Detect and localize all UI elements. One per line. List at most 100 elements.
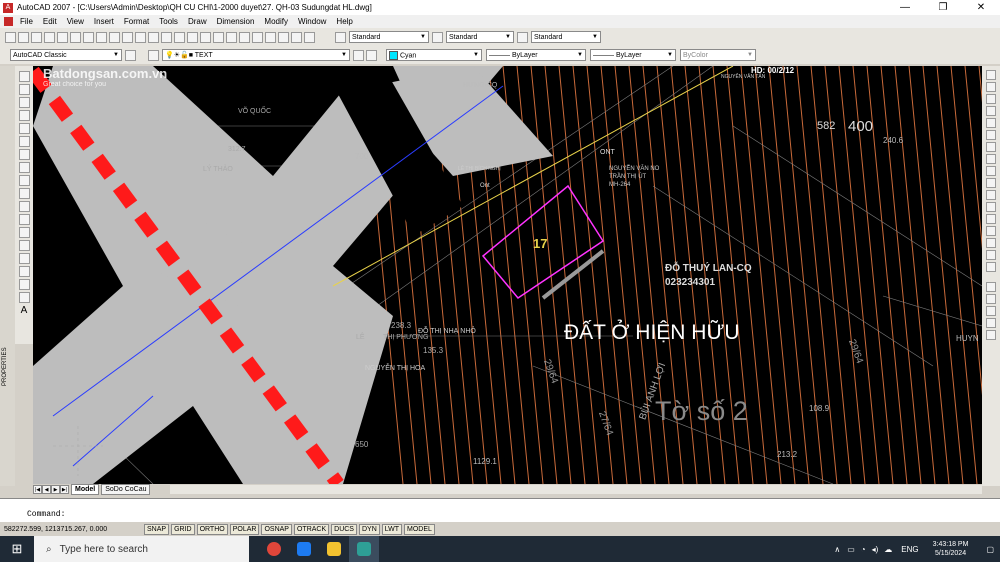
command-window[interactable]: Command: bbox=[0, 498, 1000, 523]
otrack-toggle[interactable]: OTRACK bbox=[293, 523, 330, 535]
document-icon[interactable] bbox=[4, 17, 13, 26]
menu-window[interactable]: Window bbox=[293, 17, 331, 26]
spline-icon[interactable] bbox=[18, 175, 30, 186]
open-icon[interactable] bbox=[18, 31, 29, 43]
offset-icon[interactable] bbox=[986, 106, 996, 116]
extend-icon[interactable] bbox=[986, 190, 996, 200]
calculator-icon[interactable] bbox=[291, 31, 302, 43]
ducs-toggle[interactable]: DUCS bbox=[331, 523, 357, 535]
copy-icon[interactable] bbox=[96, 31, 107, 43]
join-icon[interactable] bbox=[986, 226, 996, 236]
circle-icon[interactable] bbox=[18, 149, 30, 160]
tab-layout[interactable]: SoDo CoCau bbox=[101, 484, 151, 495]
file-explorer-app-icon[interactable] bbox=[319, 536, 349, 562]
menu-help[interactable]: Help bbox=[331, 17, 357, 26]
redo-icon[interactable] bbox=[161, 31, 172, 43]
workspace-settings-icon[interactable] bbox=[125, 49, 136, 61]
layer-previous-icon[interactable] bbox=[366, 49, 377, 61]
send-under-icon[interactable] bbox=[986, 330, 996, 340]
volume-icon[interactable]: ◂) bbox=[872, 545, 879, 554]
dim-style-icon[interactable] bbox=[432, 31, 443, 43]
dyn-toggle[interactable]: DYN bbox=[358, 523, 380, 535]
insert-block-icon[interactable] bbox=[18, 214, 30, 225]
bring-front-icon[interactable] bbox=[986, 294, 996, 304]
table-icon[interactable] bbox=[18, 292, 30, 303]
layer-dropdown[interactable]: 💡☀🔓■ TEXT ▼ bbox=[162, 49, 350, 61]
color-dropdown[interactable]: Cyan ▼ bbox=[386, 49, 482, 61]
ellipse-icon[interactable] bbox=[18, 188, 30, 199]
arc-icon[interactable] bbox=[18, 136, 30, 147]
mirror-icon[interactable] bbox=[986, 94, 996, 104]
explode-icon[interactable] bbox=[986, 262, 996, 272]
publish-icon[interactable] bbox=[70, 31, 81, 43]
last-tab-arrow-icon[interactable]: ▶| bbox=[60, 485, 69, 494]
move-icon[interactable] bbox=[986, 130, 996, 140]
menu-edit[interactable]: Edit bbox=[38, 17, 62, 26]
fillet-icon[interactable] bbox=[986, 250, 996, 260]
menu-view[interactable]: View bbox=[62, 17, 89, 26]
cut-icon[interactable] bbox=[83, 31, 94, 43]
first-tab-arrow-icon[interactable]: |◀ bbox=[33, 485, 42, 494]
plotstyle-dropdown[interactable]: ByColor ▼ bbox=[680, 49, 756, 61]
prev-tab-arrow-icon[interactable]: ◀ bbox=[42, 485, 51, 494]
polar-toggle[interactable]: POLAR bbox=[229, 523, 260, 535]
menu-file[interactable]: File bbox=[15, 17, 38, 26]
polygon-icon[interactable] bbox=[18, 110, 30, 121]
save-icon[interactable] bbox=[31, 31, 42, 43]
dim-style-dropdown[interactable]: Standard ▼ bbox=[446, 31, 514, 43]
chevron-up-icon[interactable]: ∧ bbox=[834, 545, 840, 554]
scale-icon[interactable] bbox=[986, 154, 996, 164]
tab-model[interactable]: Model bbox=[71, 484, 100, 495]
revision-cloud-icon[interactable] bbox=[18, 162, 30, 173]
network-icon[interactable]: ◔ bbox=[861, 545, 866, 554]
menu-dimension[interactable]: Dimension bbox=[212, 17, 260, 26]
draw-order-icon[interactable] bbox=[986, 282, 996, 292]
table-style-icon[interactable] bbox=[517, 31, 528, 43]
properties-palette-strip[interactable]: PROPERTIES bbox=[0, 66, 15, 486]
lineweight-dropdown[interactable]: ——— ByLayer ▼ bbox=[590, 49, 676, 61]
bring-above-icon[interactable] bbox=[986, 318, 996, 328]
chamfer-icon[interactable] bbox=[986, 238, 996, 248]
trim-icon[interactable] bbox=[986, 178, 996, 188]
menu-draw[interactable]: Draw bbox=[183, 17, 212, 26]
design-center-icon[interactable] bbox=[239, 31, 250, 43]
drawing-svg[interactable] bbox=[33, 66, 982, 484]
break-icon[interactable] bbox=[986, 214, 996, 224]
multiline-text-icon[interactable]: A bbox=[19, 305, 30, 316]
region-icon[interactable] bbox=[18, 279, 30, 290]
send-back-icon[interactable] bbox=[986, 306, 996, 316]
break-point-icon[interactable] bbox=[986, 202, 996, 212]
new-icon[interactable] bbox=[5, 31, 16, 43]
battery-icon[interactable]: ▭ bbox=[847, 545, 855, 554]
zoom-window-icon[interactable] bbox=[200, 31, 211, 43]
maximize-button[interactable]: ❐ bbox=[924, 0, 962, 15]
next-tab-arrow-icon[interactable]: ▶ bbox=[51, 485, 60, 494]
text-style-icon[interactable] bbox=[335, 31, 346, 43]
chrome-app-icon[interactable] bbox=[259, 536, 289, 562]
taskbar-search[interactable]: ⌕ Type here to search bbox=[34, 536, 249, 562]
block-editor-icon[interactable] bbox=[135, 31, 146, 43]
construction-line-icon[interactable] bbox=[18, 84, 30, 95]
polyline-icon[interactable] bbox=[18, 97, 30, 108]
layer-manager-icon[interactable] bbox=[148, 49, 159, 61]
model-toggle[interactable]: MODEL bbox=[404, 523, 435, 535]
lwt-toggle[interactable]: LWT bbox=[381, 523, 403, 535]
zoom-realtime-icon[interactable] bbox=[187, 31, 198, 43]
stretch-icon[interactable] bbox=[986, 166, 996, 176]
text-style-dropdown[interactable]: Standard ▼ bbox=[349, 31, 429, 43]
clock[interactable]: 3:43:18 PM 5/15/2024 bbox=[933, 540, 969, 558]
copy-object-icon[interactable] bbox=[986, 82, 996, 92]
make-block-icon[interactable] bbox=[18, 227, 30, 238]
pan-icon[interactable] bbox=[174, 31, 185, 43]
drawing-area[interactable]: Batdongsan.com.vn Great choice for you H… bbox=[33, 66, 982, 484]
hatch-icon[interactable] bbox=[18, 253, 30, 264]
snap-toggle[interactable]: SNAP bbox=[144, 523, 170, 535]
markup-icon[interactable] bbox=[278, 31, 289, 43]
menu-format[interactable]: Format bbox=[119, 17, 154, 26]
menu-insert[interactable]: Insert bbox=[89, 17, 119, 26]
gradient-icon[interactable] bbox=[18, 266, 30, 277]
tool-palettes-icon[interactable] bbox=[252, 31, 263, 43]
plot-icon[interactable] bbox=[44, 31, 55, 43]
make-current-layer-icon[interactable] bbox=[353, 49, 364, 61]
zoom-previous-icon[interactable] bbox=[213, 31, 224, 43]
